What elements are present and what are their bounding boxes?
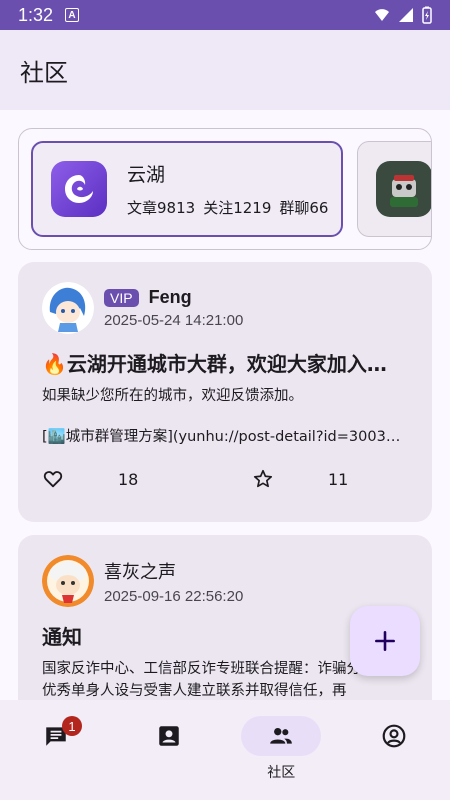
post-card[interactable]: VIP Feng 2025-05-24 14:21:00 🔥云湖开通城市大群，欢…	[18, 262, 432, 522]
contacts-icon	[159, 726, 179, 746]
post-time: 2025-09-16 22:56:20	[104, 587, 244, 605]
app-bar: 社区	[0, 30, 450, 110]
battery-icon	[422, 6, 432, 24]
star-icon	[253, 470, 273, 488]
status-time: 1:32	[18, 4, 54, 25]
nav-label-community: 社区	[267, 765, 296, 781]
circle-name: 云湖	[127, 164, 166, 186]
plus-icon	[375, 631, 395, 651]
yunhu-logo-icon	[51, 161, 107, 217]
circle-card-robot[interactable]	[357, 141, 431, 237]
author-name[interactable]: 喜灰之声	[104, 558, 176, 584]
nav-item-community[interactable]: 社区	[225, 700, 338, 800]
nav-item-account[interactable]	[338, 700, 450, 800]
avatar[interactable]	[42, 282, 94, 334]
nav-item-chat[interactable]: 1	[0, 700, 113, 800]
account-icon	[382, 724, 406, 748]
group-icon	[270, 727, 293, 744]
circle-carousel[interactable]: 云湖 文章9813 关注1219 群聊66	[18, 128, 432, 250]
signal-icon	[375, 9, 389, 21]
vip-badge: VIP	[104, 288, 139, 307]
like-button[interactable]: 18	[42, 468, 252, 490]
heart-icon	[43, 471, 63, 488]
post-link[interactable]: [🏙️城市群管理方案](yunhu://post-detail?id=30037…	[42, 425, 408, 446]
notification-a-icon: A	[65, 8, 80, 22]
page-title: 社区	[20, 58, 68, 87]
chat-unread-badge: 1	[62, 716, 82, 736]
post-time: 2025-05-24 14:21:00	[104, 312, 244, 329]
post-actions: 18 11	[42, 468, 408, 490]
circle-card-yunhu[interactable]: 云湖 文章9813 关注1219 群聊66	[31, 141, 343, 237]
like-count: 18	[118, 469, 139, 489]
bottom-navigation: 1 社区	[0, 700, 450, 800]
avatar[interactable]	[42, 555, 94, 607]
circle-stat-followers: 关注1219	[203, 199, 272, 217]
add-post-button[interactable]	[350, 606, 420, 676]
cellular-icon	[399, 8, 413, 22]
status-icons	[374, 6, 432, 24]
circle-stat-articles: 文章9813	[127, 199, 196, 217]
post-body: 如果缺少您所在的城市，欢迎反馈添加。	[42, 388, 303, 404]
author-name[interactable]: Feng	[149, 287, 192, 308]
star-button[interactable]: 11	[252, 468, 348, 490]
post-title[interactable]: 🔥云湖开通城市大群，欢迎大家加入…	[42, 348, 408, 377]
robot-logo-icon	[376, 161, 431, 217]
star-count: 11	[328, 469, 349, 489]
circle-stats: 文章9813 关注1219 群聊66	[127, 197, 328, 218]
nav-item-contacts[interactable]	[113, 700, 226, 800]
status-bar: 1:32 A	[0, 0, 450, 30]
circle-stat-groups: 群聊66	[279, 199, 329, 217]
